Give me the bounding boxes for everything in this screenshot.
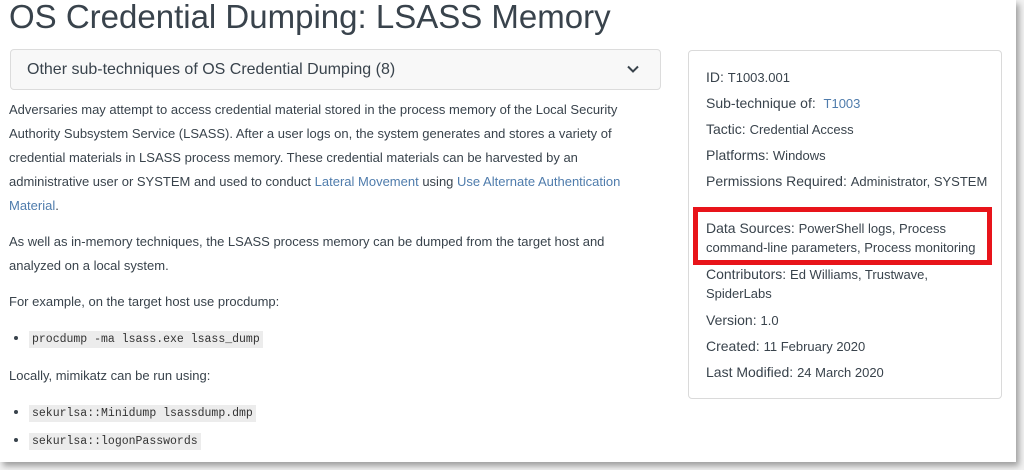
- mimikatz-logonpasswords-command: sekurlsa::logonPasswords: [29, 433, 201, 450]
- description-paragraph-2: As well as in-memory techniques, the LSA…: [9, 234, 605, 273]
- last-modified-label: Last Modified:: [706, 364, 794, 380]
- description-text: using: [418, 174, 458, 189]
- tactic-row: Tactic: Credential Access: [706, 120, 991, 139]
- platforms-value: Windows: [772, 148, 826, 163]
- subtechnique-row: Sub-technique of: T1003: [706, 94, 991, 113]
- version-row: Version: 1.0: [706, 311, 991, 330]
- platforms-label: Platforms:: [706, 147, 770, 163]
- subtechnique-label: Sub-technique of:: [706, 95, 816, 111]
- version-label: Version:: [706, 312, 757, 328]
- subtechniques-dropdown[interactable]: Other sub-techniques of OS Credential Du…: [10, 49, 661, 90]
- permissions-label: Permissions Required:: [706, 173, 847, 189]
- list-item: sekurlsa::Minidump lsassdump.dmp: [29, 400, 659, 426]
- last-modified-value: 24 March 2020: [797, 365, 884, 380]
- page-container: OS Credential Dumping: LSASS Memory Othe…: [0, 0, 1016, 462]
- chevron-down-icon: [626, 62, 640, 76]
- id-value: T1003.001: [727, 70, 790, 85]
- tactic-label: Tactic:: [706, 121, 746, 137]
- page-title: OS Credential Dumping: LSASS Memory: [9, 0, 611, 35]
- subtechniques-dropdown-label: Other sub-techniques of OS Credential Du…: [27, 61, 396, 78]
- last-modified-row: Last Modified: 24 March 2020: [706, 363, 991, 382]
- id-row: ID: T1003.001: [706, 68, 991, 87]
- permissions-row: Permissions Required: Administrator, SYS…: [706, 172, 991, 191]
- list-item: sekurlsa::logonPasswords: [29, 428, 659, 454]
- description-text: .: [55, 198, 59, 213]
- description-paragraph-3: For example, on the target host use proc…: [9, 294, 280, 309]
- created-row: Created: 11 February 2020: [706, 337, 991, 356]
- created-value: 11 February 2020: [763, 339, 866, 354]
- procdump-command-list: procdump -ma lsass.exe lsass_dump: [9, 326, 659, 352]
- technique-info-card: ID: T1003.001 Sub-technique of: T1003 Ta…: [688, 50, 1002, 399]
- lateral-movement-link[interactable]: Lateral Movement: [315, 174, 419, 189]
- permissions-value: Administrator, SYSTEM: [850, 174, 988, 189]
- data-sources-label: Data Sources:: [706, 220, 795, 236]
- platforms-row: Platforms: Windows: [706, 146, 991, 165]
- id-label: ID:: [706, 69, 724, 85]
- mimikatz-minidump-command: sekurlsa::Minidump lsassdump.dmp: [29, 405, 256, 422]
- description-paragraph-1: Adversaries may attempt to access creden…: [9, 98, 659, 218]
- mimikatz-command-list: sekurlsa::Minidump lsassdump.dmp sekurls…: [9, 400, 659, 454]
- description-paragraph-4: Locally, mimikatz can be run using:: [9, 368, 211, 383]
- procdump-command: procdump -ma lsass.exe lsass_dump: [29, 331, 263, 348]
- list-item: procdump -ma lsass.exe lsass_dump: [29, 326, 659, 352]
- contributors-row: Contributors: Ed Williams, Trustwave, Sp…: [706, 265, 991, 303]
- tactic-value: Credential Access: [749, 122, 854, 137]
- contributors-label: Contributors:: [706, 266, 787, 282]
- version-value: 1.0: [760, 313, 779, 328]
- data-sources-row: Data Sources: PowerShell logs, Process c…: [706, 219, 991, 257]
- technique-description: Adversaries may attempt to access creden…: [9, 98, 659, 462]
- parent-technique-link[interactable]: T1003: [824, 96, 861, 111]
- created-label: Created:: [706, 338, 760, 354]
